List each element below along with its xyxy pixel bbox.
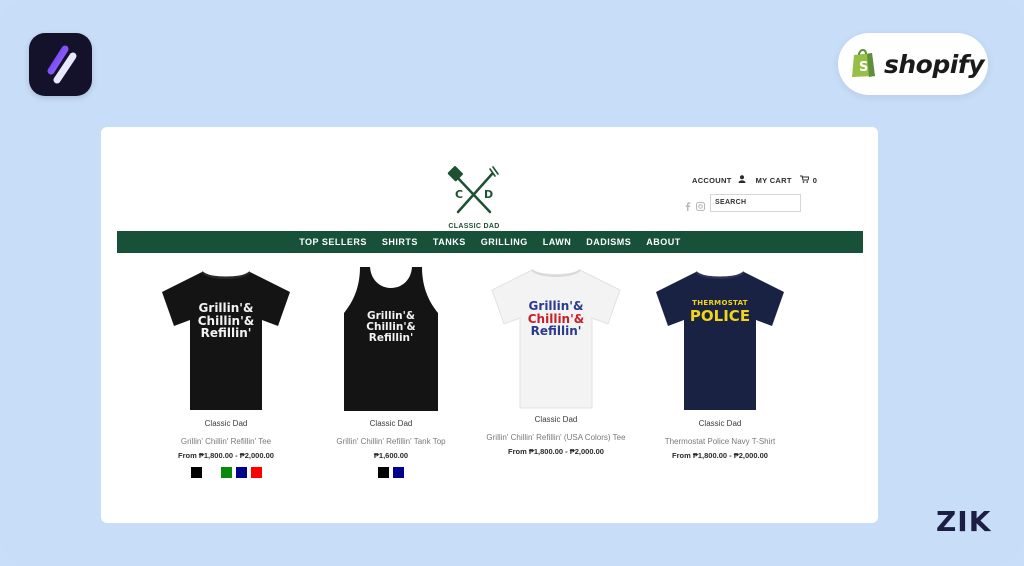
product-price: From ₱1,800.00 - ₱2,000.00 bbox=[672, 451, 768, 460]
product-price: From ₱1,800.00 - ₱2,000.00 bbox=[178, 451, 274, 460]
social-links bbox=[684, 198, 705, 216]
swatch-navy[interactable] bbox=[235, 467, 247, 478]
swatch-navy[interactable] bbox=[393, 467, 404, 478]
swatch-black[interactable] bbox=[190, 467, 202, 478]
cart-count: 0 bbox=[812, 175, 818, 185]
svg-text:S: S bbox=[859, 60, 868, 75]
nav-about[interactable]: ABOUT bbox=[646, 237, 681, 247]
shirt-text-line: Refillin' bbox=[530, 324, 582, 339]
product-image-black-tank[interactable]: Grillin'& Chillin'& Refillin' bbox=[336, 265, 446, 413]
logo-letter-d: D bbox=[484, 188, 493, 201]
product-card[interactable]: THERMOSTAT POLICE Classic Dad Thermostat… bbox=[640, 268, 800, 460]
main-nav: TOP SELLERS SHIRTS TANKS GRILLING LAWN D… bbox=[117, 231, 863, 253]
product-price: ₱1,600.00 bbox=[373, 451, 409, 460]
shirt-text-line: Refillin' bbox=[200, 326, 252, 341]
shirt-text-line: THERMOSTAT bbox=[692, 299, 748, 307]
account-cart-row: ACCOUNT MY CART 0 bbox=[692, 175, 817, 185]
color-swatches bbox=[146, 467, 306, 478]
product-card[interactable]: Grillin'& Chillin'& Refillin' Classic Da… bbox=[311, 265, 471, 478]
my-cart-link[interactable]: MY CART bbox=[756, 176, 792, 185]
product-title[interactable]: Grillin' Chillin' Refillin' Tank Top bbox=[311, 437, 471, 446]
crossed-spatula-fork-icon: C D bbox=[447, 166, 499, 214]
swatch-red[interactable] bbox=[250, 467, 262, 478]
product-title[interactable]: Thermostat Police Navy T-Shirt bbox=[640, 437, 800, 446]
product-image-black-tee[interactable]: Grillin'& Chillin'& Refillin' bbox=[154, 268, 298, 413]
product-image-navy-tee[interactable]: THERMOSTAT POLICE bbox=[648, 268, 792, 413]
swatch-black[interactable] bbox=[378, 467, 389, 478]
nav-dadisms[interactable]: DADISMS bbox=[586, 237, 631, 247]
nav-top-sellers[interactable]: TOP SELLERS bbox=[299, 237, 367, 247]
shopify-badge: S shopify bbox=[838, 33, 988, 95]
nav-tanks[interactable]: TANKS bbox=[433, 237, 466, 247]
product-card[interactable]: Grillin'& Chillin'& Refillin' Classic Da… bbox=[146, 268, 306, 478]
account-link[interactable]: ACCOUNT bbox=[692, 176, 732, 185]
user-icon[interactable] bbox=[738, 175, 746, 185]
facebook-icon[interactable] bbox=[684, 198, 692, 216]
product-vendor: Classic Dad bbox=[534, 415, 578, 424]
swatch-white[interactable] bbox=[205, 467, 217, 478]
product-vendor: Classic Dad bbox=[204, 419, 248, 428]
shirt-text-line: Refillin' bbox=[368, 332, 414, 345]
logo-letter-c: C bbox=[455, 188, 463, 201]
swatch-green[interactable] bbox=[220, 467, 232, 478]
shirt-text-line: POLICE bbox=[689, 307, 751, 326]
shirt-text-line: Grillin'& bbox=[528, 299, 584, 313]
nav-lawn[interactable]: LAWN bbox=[543, 237, 572, 247]
brand-logo[interactable]: C D CLASSIC DAD bbox=[446, 166, 502, 230]
nav-grilling[interactable]: GRILLING bbox=[481, 237, 528, 247]
brand-name: CLASSIC DAD bbox=[448, 223, 500, 230]
shopify-wordmark: shopify bbox=[884, 49, 985, 79]
zik-watermark: ZIK bbox=[936, 505, 992, 538]
product-vendor: Classic Dad bbox=[369, 419, 413, 428]
product-image-white-tee[interactable]: Grillin'& Chillin'& Refillin' bbox=[484, 266, 628, 411]
search-input[interactable]: SEARCH bbox=[710, 194, 801, 212]
product-title[interactable]: Grillin' Chillin' Refillin' (USA Colors)… bbox=[476, 433, 636, 442]
app-logo-icon bbox=[29, 33, 92, 96]
nav-shirts[interactable]: SHIRTS bbox=[382, 237, 418, 247]
product-vendor: Classic Dad bbox=[698, 419, 742, 428]
shirt-text-line: Grillin'& bbox=[198, 301, 254, 315]
instagram-icon[interactable] bbox=[696, 198, 705, 216]
product-price: From ₱1,800.00 - ₱2,000.00 bbox=[508, 447, 604, 456]
shopify-bag-icon: S bbox=[850, 46, 878, 83]
product-title[interactable]: Grillin' Chillin' Refillin' Tee bbox=[146, 437, 306, 446]
cart-icon[interactable] bbox=[799, 175, 810, 185]
color-swatches bbox=[311, 467, 471, 478]
product-card[interactable]: Grillin'& Chillin'& Refillin' Classic Da… bbox=[476, 266, 636, 456]
